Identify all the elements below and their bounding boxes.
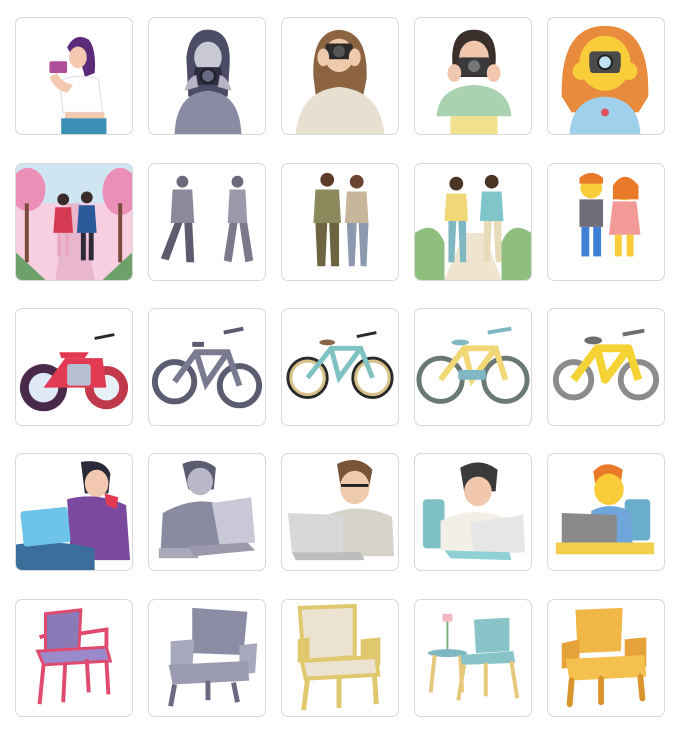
- tile-camera-halftone[interactable]: [148, 17, 266, 135]
- bike-halftone-illustration: [151, 326, 263, 409]
- tile-bike-emoji[interactable]: [547, 308, 665, 426]
- tile-chair-flat[interactable]: [15, 599, 133, 717]
- tile-chair-realistic[interactable]: [281, 599, 399, 717]
- tile-bike-flat[interactable]: [15, 308, 133, 426]
- tile-couple-flat[interactable]: [15, 163, 133, 281]
- tile-laptop-flat[interactable]: [15, 453, 133, 571]
- chair-flat-illustration: [35, 608, 113, 705]
- tile-bike-pastel[interactable]: [414, 308, 532, 426]
- tile-bike-halftone[interactable]: [148, 308, 266, 426]
- chair-halftone-illustration: [168, 607, 258, 707]
- tile-camera-pastel[interactable]: [414, 17, 532, 135]
- tile-camera-flat[interactable]: [15, 17, 133, 135]
- camera-flat-illustration: [49, 37, 107, 134]
- laptop-emoji-illustration: [555, 464, 655, 555]
- bike-emoji-illustration: [552, 328, 660, 401]
- camera-halftone-illustration: [174, 29, 242, 134]
- laptop-realistic-illustration: [287, 460, 395, 561]
- camera-emoji-illustration: [561, 25, 649, 134]
- tile-couple-pastel[interactable]: [414, 163, 532, 281]
- tile-couple-realistic[interactable]: [281, 163, 399, 281]
- laptop-halftone-illustration: [158, 460, 256, 559]
- laptop-flat-illustration: [16, 461, 131, 570]
- tile-bike-realistic[interactable]: [281, 308, 399, 426]
- laptop-pastel-illustration: [422, 462, 526, 561]
- tile-laptop-halftone[interactable]: [148, 453, 266, 571]
- tile-chair-emoji[interactable]: [547, 599, 665, 717]
- tile-chair-halftone[interactable]: [148, 599, 266, 717]
- tile-laptop-pastel[interactable]: [414, 453, 532, 571]
- bike-pastel-illustration: [416, 326, 530, 404]
- chair-realistic-illustration: [297, 603, 381, 711]
- bike-flat-illustration: [19, 333, 129, 412]
- tile-laptop-realistic[interactable]: [281, 453, 399, 571]
- chair-pastel-illustration: [427, 613, 520, 701]
- bike-realistic-illustration: [286, 331, 394, 399]
- couple-pastel-illustration: [415, 174, 531, 280]
- chair-emoji-illustration: [561, 607, 647, 708]
- image-grid: [0, 0, 680, 735]
- tile-laptop-emoji[interactable]: [547, 453, 665, 571]
- tile-chair-pastel[interactable]: [414, 599, 532, 717]
- camera-pastel-illustration: [436, 29, 512, 134]
- tile-camera-realistic[interactable]: [281, 17, 399, 135]
- couple-realistic-illustration: [313, 172, 369, 267]
- couple-halftone-illustration: [160, 175, 254, 263]
- tile-camera-emoji[interactable]: [547, 17, 665, 135]
- couple-emoji-illustration: [579, 172, 641, 257]
- couple-flat-illustration: [16, 164, 132, 280]
- tile-couple-halftone[interactable]: [148, 163, 266, 281]
- camera-realistic-illustration: [295, 29, 385, 134]
- tile-couple-emoji[interactable]: [547, 163, 665, 281]
